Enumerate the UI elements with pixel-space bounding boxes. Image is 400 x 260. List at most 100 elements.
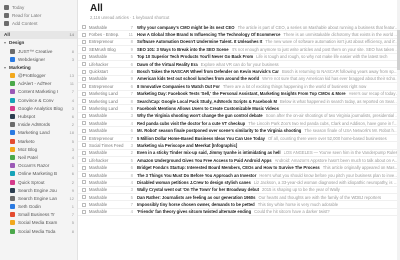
unread-count: 14: [69, 32, 74, 38]
sidebar-feed-item[interactable]: Content Marketing I 7: [0, 88, 77, 96]
article-row[interactable]: Mashable 4 Disabled woman petitions J.Crew…: [78, 179, 400, 187]
sidebar-group-design[interactable]: ▾ Design: [0, 39, 77, 47]
mark-read-checkbox[interactable]: [82, 195, 86, 200]
sidebar-feed-item[interactable]: Occam's Razor 1: [0, 162, 77, 170]
article-row[interactable]: Mashable 5 Dan Rather: Journalists are fee…: [78, 194, 400, 202]
article-source: Entrepreneur: [89, 135, 114, 141]
mark-read-checkbox[interactable]: [82, 158, 86, 163]
sidebar-feed-item[interactable]: Search Engine Lan 12: [0, 194, 77, 202]
mark-read-checkbox[interactable]: [82, 84, 86, 89]
sidebar-feed-item[interactable]: JUST™ Creative 8: [0, 47, 77, 55]
mark-read-checkbox[interactable]: [82, 69, 86, 74]
article-row[interactable]: Mashable 2 Even in a sticky Tinder mix-up …: [78, 150, 400, 158]
article-row[interactable]: Entrepreneur 6 8 Innovative Companies to W…: [78, 83, 400, 91]
article-title: Disabled woman petitions J.Crew to desig…: [137, 179, 251, 185]
mark-read-checkbox[interactable]: [82, 202, 86, 207]
mark-read-checkbox[interactable]: [82, 99, 86, 104]
article-row[interactable]: Marketing Land 8 SearchCap: Google Local P…: [78, 98, 400, 106]
unread-count: 8: [71, 48, 74, 54]
sidebar-item-label: Seth Godin: [18, 204, 41, 210]
mark-read-checkbox[interactable]: [82, 165, 86, 170]
sidebar-feed-item[interactable]: Convince & Conv 4: [0, 96, 77, 104]
sidebar-feed-item[interactable]: Inside AdWords 2: [0, 121, 77, 129]
article-row[interactable]: Forbes - Entrep. 11 How A Global Shoe Bran…: [78, 31, 400, 39]
feed-favicon-icon: [10, 220, 15, 226]
chevron-down-icon[interactable]: ▾: [4, 65, 6, 70]
mark-read-checkbox[interactable]: [82, 173, 86, 177]
mark-read-checkbox[interactable]: [82, 39, 86, 44]
sidebar-feed-item[interactable]: Google Analytics Blog 3: [0, 104, 77, 112]
article-row[interactable]: Mashable 3 Why the Virginia shooting won't…: [78, 113, 400, 121]
mark-read-checkbox[interactable]: [82, 76, 86, 81]
sidebar-feed-item[interactable]: Moz Blog 3: [0, 145, 77, 153]
article-row[interactable]: Lifehacker 6 Dawn of the Virtual Reality E…: [78, 61, 400, 69]
article-source: Mashable: [89, 24, 108, 30]
sidebar-feed-item[interactable]: Marketo 5: [0, 137, 77, 145]
article-row[interactable]: Lifehacker 5 Amazon Underground Gives You …: [78, 157, 400, 165]
sidebar-feed-item[interactable]: Quick Sprout 2: [0, 178, 77, 186]
mark-read-checkbox[interactable]: [82, 136, 86, 141]
mark-read-checkbox[interactable]: [82, 47, 86, 52]
article-row[interactable]: Quickstart 4 Bosch Takes the NASCAR Wheel …: [78, 68, 400, 76]
chevron-down-icon[interactable]: ▾: [4, 40, 6, 45]
mark-read-checkbox[interactable]: [82, 91, 86, 96]
article-row[interactable]: Entrepreneur 8 Software Automation Doesn't…: [78, 39, 400, 47]
article-row[interactable]: Mashable 9 American kids test out school l…: [78, 76, 400, 84]
sidebar-group-marketing[interactable]: ▾ Marketing: [0, 63, 77, 71]
sidebar-feed-item[interactable]: Small Business Tr 7: [0, 211, 77, 219]
article-engagement-count: 3: [130, 142, 133, 148]
sidebar-item-add-content[interactable]: Add Content: [0, 19, 77, 27]
article-row[interactable]: Mashable 6 Bridget Fonda's Startup: Intere…: [78, 164, 400, 172]
article-row[interactable]: Mashable 6 Mr. Robot' season finale postpo…: [78, 127, 400, 135]
article-row[interactable]: Entrepreneur 7 5 Million Dollar Home-Based…: [78, 135, 400, 143]
article-row[interactable]: Mashable 5 Top 10 Superior Tech Products Y…: [78, 54, 400, 61]
mark-read-checkbox[interactable]: [82, 62, 86, 67]
sidebar-feed-item[interactable]: Social Media Exam 5: [0, 219, 77, 227]
sidebar-feed-item[interactable]: @ProBlogger 13: [0, 72, 77, 80]
article-snippet: Life is tough and rough, so why not make…: [256, 54, 388, 60]
mark-read-checkbox[interactable]: [82, 54, 86, 59]
sidebar-feed-item[interactable]: Seth Godin 1: [0, 203, 77, 211]
article-snippet: Bosch is returning to NASCAR following y…: [281, 69, 400, 75]
sidebar-feed-item[interactable]: Marketing Land 18: [0, 129, 77, 137]
article-row[interactable]: Mashable 8 The 3 Things You Must Do Before…: [78, 172, 400, 180]
mark-read-checkbox[interactable]: [82, 106, 86, 111]
mark-read-checkbox[interactable]: [82, 209, 86, 214]
sidebar-feed-item[interactable]: Social Media Toda 8: [0, 227, 77, 235]
mark-read-checkbox[interactable]: [82, 121, 86, 126]
sidebar-item-today[interactable]: Today: [0, 3, 77, 11]
unread-count: 9: [71, 187, 74, 193]
sidebar-feed-item[interactable]: Hubspot 6: [0, 112, 77, 120]
sidebar-item-read-for-later[interactable]: Read for Later: [0, 11, 77, 19]
sidebar-item-label: Add Content: [12, 20, 38, 26]
mark-read-checkbox[interactable]: [82, 32, 86, 37]
article-row[interactable]: Mashable 4 Red panda cubs visit the doctor…: [78, 120, 400, 128]
mark-read-checkbox[interactable]: [82, 25, 86, 30]
article-engagement-count: 7: [130, 202, 133, 208]
mark-read-checkbox[interactable]: [82, 180, 86, 185]
article-row[interactable]: Mashable 7 Impossibly tiny horse chosen ow…: [78, 201, 400, 209]
mark-read-checkbox[interactable]: [82, 150, 86, 155]
article-row[interactable]: Social Times Feed 3 Marketing via Periscop…: [78, 142, 400, 150]
mark-read-checkbox[interactable]: [82, 187, 86, 192]
sidebar-feed-item[interactable]: Online Marketing B 6: [0, 170, 77, 178]
article-engagement-count: 6: [130, 128, 133, 134]
sidebar-feed-item[interactable]: AdAlert - AdTeer 11: [0, 80, 77, 88]
sidebar-feed-item[interactable]: Webdesigner 3: [0, 55, 77, 63]
sidebar-group-label: Design: [9, 40, 25, 46]
article-row[interactable]: SEMrush Blog 9 SEO 101: 3 Ways to Break in…: [78, 46, 400, 54]
article-title: Mr. Robot' season finale postponed over …: [137, 128, 302, 134]
article-row[interactable]: Marketing Land 7 Marketing Day: Facebook T…: [78, 91, 400, 98]
sidebar-feed-item[interactable]: Neil Patel 4: [0, 153, 77, 161]
article-row[interactable]: Mashable 4 'Friends' fan theory gives sitc…: [78, 209, 400, 217]
sidebar-feed-item[interactable]: Search Engine Jou 9: [0, 186, 77, 194]
feed-favicon-icon: [10, 81, 15, 87]
article-row[interactable]: Mashable 7 Why your company's CMO might be…: [78, 24, 400, 32]
mark-read-checkbox[interactable]: [82, 113, 86, 118]
mark-read-checkbox[interactable]: [82, 143, 86, 148]
sidebar-item-label: Marketo: [18, 138, 35, 144]
mark-read-checkbox[interactable]: [82, 128, 86, 133]
article-row[interactable]: Mashable 3 Wally Crystal went out 'On The …: [78, 187, 400, 194]
article-row[interactable]: Marketing Land 5 Facebook Mentions Allows …: [78, 105, 400, 113]
sidebar-item-all[interactable]: All 14: [0, 30, 77, 39]
